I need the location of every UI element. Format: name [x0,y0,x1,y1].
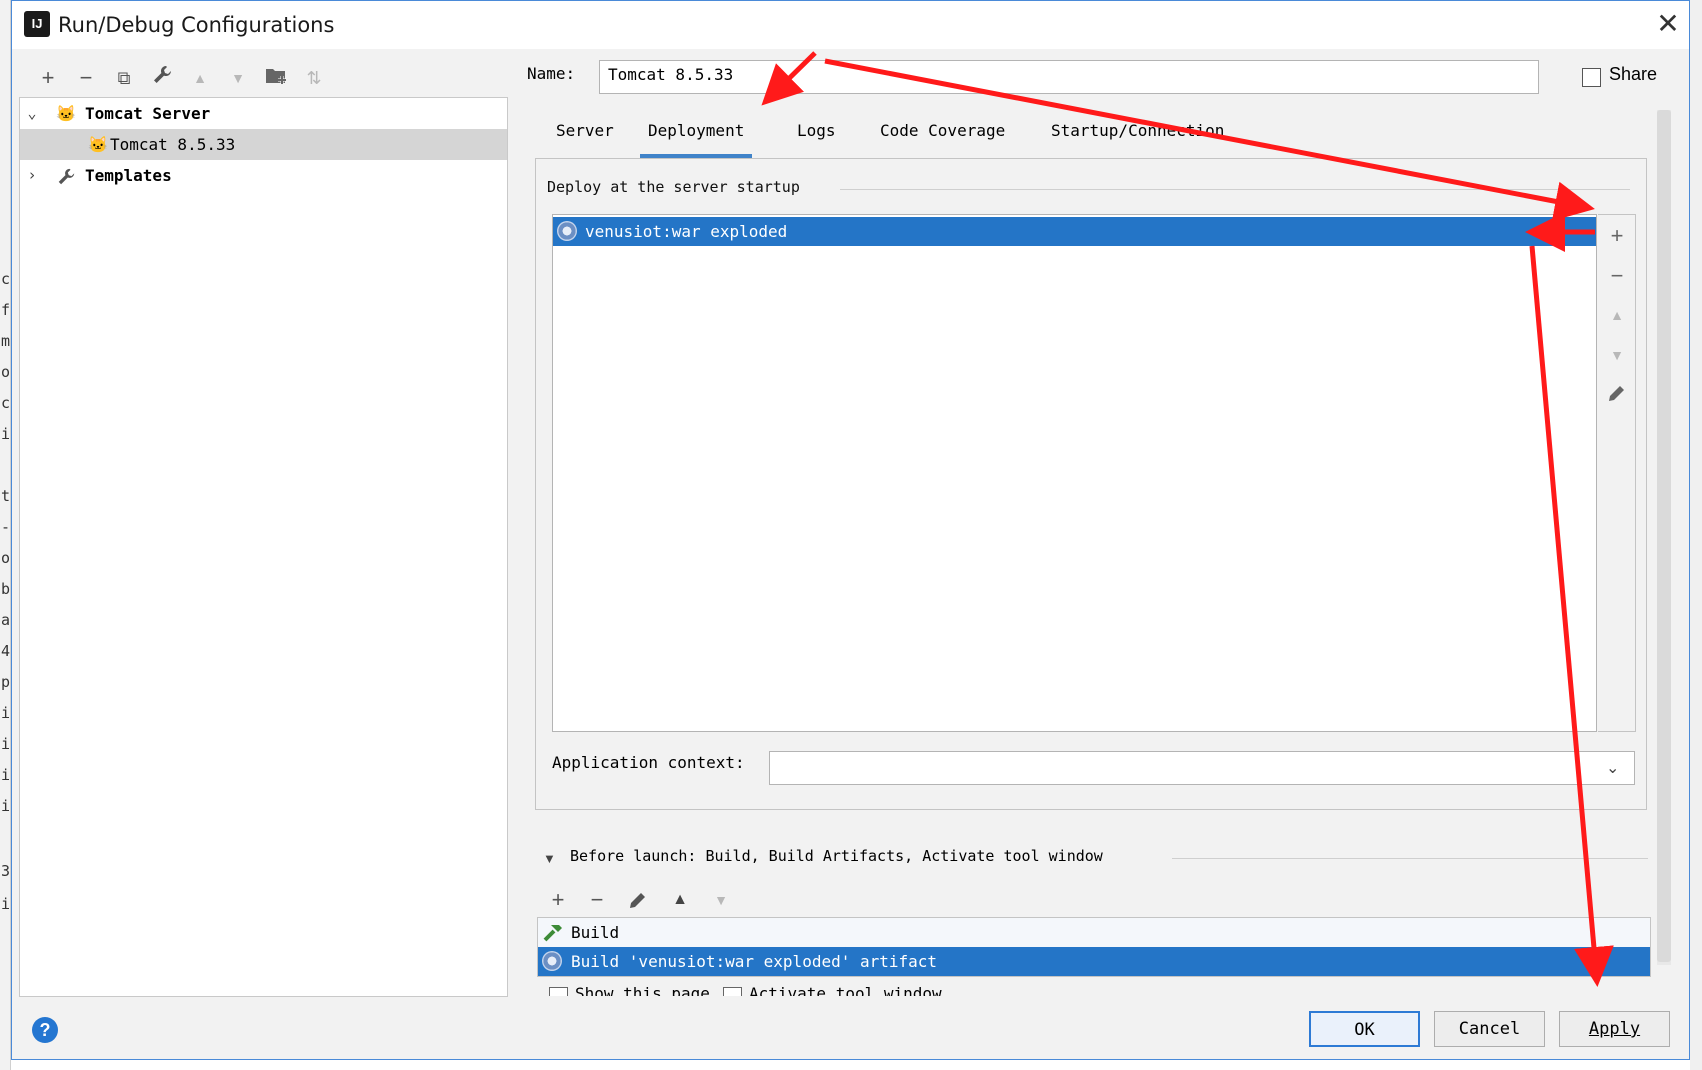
chevron-right-icon[interactable]: › [22,160,42,191]
app-context-label: Application context: [552,753,745,772]
activate-window-checkbox[interactable] [723,987,742,996]
background-char: i [1,895,11,913]
cancel-button[interactable]: Cancel [1434,1011,1545,1047]
background-char: p [1,673,11,691]
tab-deployment[interactable]: Deployment [640,114,753,158]
artifact-icon [557,221,577,241]
option-label: Show this page [575,984,710,996]
list-item[interactable]: venusiot:war exploded [553,217,1596,246]
before-launch-label[interactable]: Before launch: Build, Build Artifacts, A… [570,847,1103,865]
title-bar: IJ Run/Debug Configurations ✕ [12,1,1689,49]
pencil-icon[interactable] [1598,383,1636,409]
move-up-button[interactable]: ▲ [666,886,694,914]
background-char: - [1,518,11,536]
chevron-down-icon[interactable]: ⌄ [22,98,42,129]
background-char: a [1,611,11,629]
section-divider [1172,858,1648,859]
tree-item-label: Templates [85,166,172,185]
remove-task-button[interactable]: − [583,886,611,914]
show-page-checkbox[interactable] [549,987,568,996]
tomcat-icon: 🐱 [56,104,76,123]
tree-item-tomcat-config[interactable]: 🐱 Tomcat 8.5.33 [20,129,507,160]
wrench-icon[interactable] [148,64,176,92]
tree-item-templates[interactable]: › Templates [20,160,507,191]
tab-code-coverage[interactable]: Code Coverage [872,114,1013,158]
section-divider [840,189,1630,190]
background-char: i [1,797,11,815]
name-label: Name: [527,64,576,83]
deploy-side-toolbar: + − ▲ ▼ [1598,214,1636,732]
dialog-title: Run/Debug Configurations [58,13,335,37]
tomcat-icon: 🐱 [88,135,108,154]
before-launch-options: Show this page Activate tool window [537,982,1237,996]
deploy-section-title: Deploy at the server startup [547,178,800,196]
background-char: 3 [1,862,11,880]
move-down-button[interactable]: ▼ [1598,347,1636,363]
deploy-artifact-list[interactable]: venusiot:war exploded [552,214,1597,732]
task-label: Build [571,923,620,942]
tab-logs[interactable]: Logs [789,114,844,158]
move-up-button[interactable]: ▲ [1598,307,1636,323]
add-config-button[interactable]: + [34,64,62,92]
wrench-icon [56,166,76,197]
sort-button[interactable]: ⇅ [300,64,328,92]
chevron-down-icon[interactable]: ⌄ [1606,758,1619,778]
triangle-down-icon[interactable]: ▼ [543,851,556,866]
remove-config-button[interactable]: − [72,64,100,92]
tree-item-label: Tomcat 8.5.33 [110,135,236,154]
task-label: Build 'venusiot:war exploded' artifact [571,952,938,971]
option-label: Activate tool window [749,984,942,996]
background-char: f [1,301,11,319]
name-field[interactable]: Tomcat 8.5.33 [599,60,1539,94]
background-char: i [1,735,11,753]
before-launch-task-list[interactable]: Build Build 'venusiot:war exploded' arti… [537,917,1651,977]
artifact-label: venusiot:war exploded [585,222,788,241]
share-checkbox[interactable] [1582,68,1601,87]
intellij-idea-icon: IJ [21,8,53,40]
background-char: o [1,549,11,567]
artifact-icon [542,951,562,971]
background-char: c [1,394,11,412]
remove-artifact-button[interactable]: − [1598,263,1636,289]
background-char: i [1,704,11,722]
tree-item-label: Tomcat Server [85,104,211,123]
tree-item-tomcat-server[interactable]: ⌄ 🐱 Tomcat Server [20,98,507,129]
move-up-button[interactable]: ▲ [186,64,214,92]
scrollbar-thumb[interactable] [1657,110,1671,962]
background-char: o [1,363,11,381]
new-folder-button[interactable] [262,64,290,92]
apply-button[interactable]: Apply [1559,1011,1670,1047]
ok-button[interactable]: OK [1309,1011,1420,1047]
background-char: t [1,487,11,505]
add-task-button[interactable]: + [544,886,572,914]
help-icon[interactable]: ? [32,1017,58,1043]
move-down-button[interactable]: ▼ [707,886,735,914]
background-char: m [1,332,11,350]
tab-startup-connection[interactable]: Startup/Connection [1043,114,1232,158]
close-icon[interactable]: ✕ [1652,9,1684,41]
background-char: c [1,270,11,288]
background-char: b [1,580,11,598]
background-right-edge [1690,0,1702,1070]
background-char: i [1,766,11,784]
tab-server[interactable]: Server [548,114,622,158]
config-tree: ⌄ 🐱 Tomcat Server 🐱 Tomcat 8.5.33 › Temp… [19,97,508,997]
app-context-combobox[interactable] [769,751,1635,785]
add-artifact-button[interactable]: + [1598,223,1636,249]
background-char: i [1,425,11,443]
move-down-button[interactable]: ▼ [224,64,252,92]
pencil-icon[interactable] [624,886,652,914]
copy-config-button[interactable]: ⧉ [110,64,138,92]
background-char: 4 [1,642,11,660]
share-label[interactable]: Share [1609,64,1657,85]
list-item[interactable]: Build [538,918,1650,947]
list-item[interactable]: Build 'venusiot:war exploded' artifact [538,947,1650,976]
